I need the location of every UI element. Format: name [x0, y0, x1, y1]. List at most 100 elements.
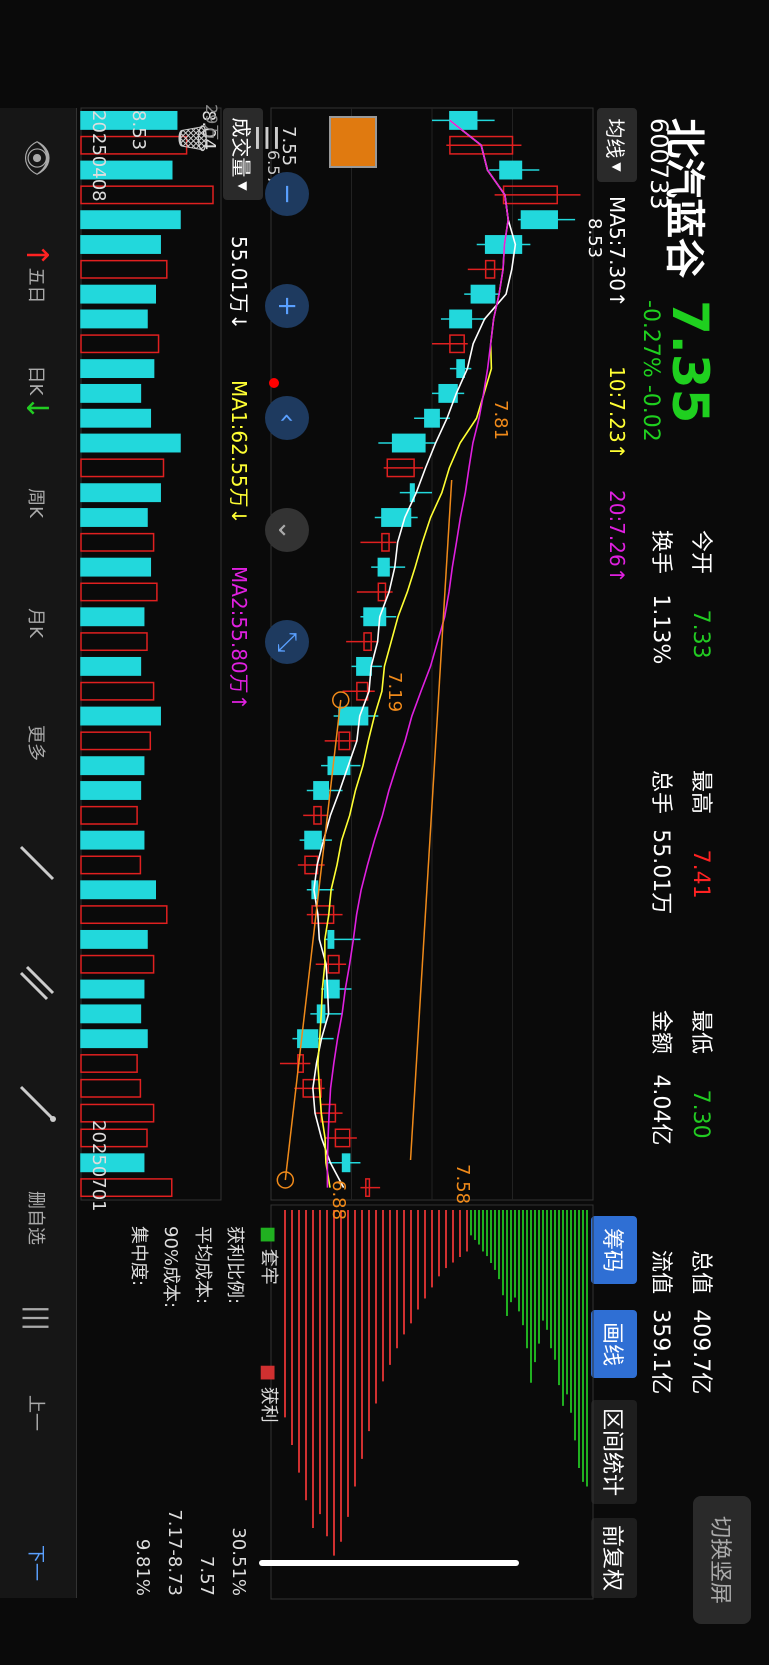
scroll-left-button[interactable]: ‹	[265, 396, 309, 440]
toolbar-more[interactable]: 更多	[0, 698, 76, 788]
trash-icon[interactable]: 🗑	[165, 116, 209, 160]
home-indicator	[259, 1560, 519, 1566]
kline-chart[interactable]	[0, 0, 769, 1665]
legend-label: 获利	[258, 1386, 279, 1423]
candle-body	[449, 309, 473, 329]
volume-bar	[80, 929, 148, 949]
volume-bar	[80, 805, 138, 825]
candle-body	[456, 359, 465, 379]
volume-bar	[80, 781, 142, 800]
chip-row-value: 7.57	[196, 1555, 217, 1596]
volume-bar	[80, 706, 161, 726]
volume-bar	[80, 681, 155, 701]
candle-body	[520, 210, 558, 230]
candle-body	[381, 508, 412, 527]
layers-icon[interactable]: ☰	[239, 116, 283, 160]
chip-row-label: 获利比例:	[224, 1226, 245, 1305]
candle-body	[424, 408, 440, 428]
volume-bar	[80, 855, 142, 875]
trendline-label-c: 7.58	[452, 1164, 473, 1205]
volume-bar	[80, 632, 148, 652]
volume-bar	[80, 880, 156, 900]
eye-icon[interactable]: 👁	[0, 128, 76, 188]
volume-bar	[80, 359, 155, 379]
collapse-icon: ⤡	[272, 631, 303, 653]
volume-bar	[80, 259, 168, 279]
chip-stats: 获利比例: 30.51% 平均成本: 7.57 90%成本: 7.17-8.73 集中…	[127, 1226, 249, 1596]
color-swatch-icon[interactable]	[329, 116, 377, 168]
volume-bar	[80, 557, 152, 577]
volume-series	[80, 110, 214, 1198]
x-axis-end: 20250701	[88, 1120, 109, 1212]
candle-body	[338, 706, 369, 726]
x-axis-start: 20250408	[88, 110, 109, 202]
volume-bar	[80, 979, 145, 999]
arrow-down-icon: ↓	[19, 395, 55, 421]
toolbar-five-day[interactable]: ↑ 五日	[0, 228, 76, 318]
ma5-line	[312, 119, 517, 1188]
chip-row-label: 90%成本:	[160, 1226, 181, 1309]
plus-icon: +	[272, 295, 302, 317]
volume-bar	[80, 508, 148, 527]
toolbar-week-k[interactable]: 周K	[0, 458, 76, 548]
scroll-right-button[interactable]: ⌄	[265, 508, 309, 552]
candle-body	[499, 160, 523, 180]
toolbar-remove-watchlist[interactable]: 删自选	[0, 1168, 76, 1268]
chip-row: 平均成本: 7.57	[191, 1226, 217, 1596]
volume-bar	[80, 1078, 142, 1098]
volume-bar	[80, 532, 155, 552]
chevron-down-icon: ⌄	[272, 519, 302, 541]
toolbar-day-k[interactable]: 日K ↓	[0, 348, 76, 438]
zoom-out-button[interactable]: −	[265, 172, 309, 216]
chip-row-value: 9.81%	[132, 1538, 153, 1596]
collapse-button[interactable]: ⤡	[265, 620, 309, 664]
toolbar-prev[interactable]: 上一	[0, 1368, 76, 1458]
volume-bar	[80, 1054, 138, 1073]
volume-bar	[80, 309, 148, 329]
volume-bar	[80, 656, 142, 676]
volume-bar	[80, 954, 155, 974]
volume-bar	[80, 235, 161, 254]
ma-lines	[312, 119, 517, 1188]
volume-bar	[80, 483, 161, 503]
candle-body	[391, 433, 426, 453]
toolbar-month-k[interactable]: 月K	[0, 578, 76, 668]
candle-body	[304, 830, 322, 850]
y-axis-top: 8.53	[128, 110, 149, 151]
candle-body	[470, 284, 496, 304]
record-dot-icon	[269, 378, 279, 388]
ma20-line	[326, 119, 510, 1188]
chip-distribution	[284, 1210, 588, 1556]
chip-row: 获利比例: 30.51%	[223, 1226, 249, 1596]
trendline-upper	[409, 479, 453, 1161]
trendline-label-a: 7.81	[490, 400, 511, 441]
trendline-label-b: 7.19	[384, 672, 405, 713]
chip-legend-locked: ■ 套牢	[257, 1226, 283, 1285]
volume-bar	[80, 383, 142, 403]
square-icon: ■	[258, 1226, 279, 1244]
candle-body	[356, 656, 372, 676]
chip-row-label: 平均成本:	[192, 1226, 213, 1305]
volume-bar	[80, 408, 152, 428]
bars-icon[interactable]: |||	[0, 1288, 76, 1348]
bottom-toolbar: 👁 ↑ 五日 日K ↓ 周K 月K 更多 删自选 ||| 上一 下一	[0, 108, 77, 1598]
volume-bar	[80, 1029, 148, 1049]
line-tool-icon[interactable]	[0, 818, 76, 908]
toolbar-next[interactable]: 下一	[0, 1518, 76, 1608]
chevron-left-icon: ‹	[272, 412, 302, 424]
candle-body	[313, 781, 329, 800]
minus-icon: −	[272, 183, 302, 205]
volume-bar	[80, 284, 156, 304]
volume-bar	[80, 334, 160, 354]
candle-body	[341, 1153, 351, 1173]
volume-bar	[80, 458, 165, 478]
candle-body	[449, 110, 478, 130]
arrow-up-icon: ↑	[19, 242, 55, 268]
chip-row-value: 30.51%	[228, 1527, 249, 1596]
candle-body	[327, 929, 335, 949]
ray-tool-icon[interactable]	[0, 1058, 76, 1148]
trendline-label-d: 6.88	[328, 1180, 349, 1221]
volume-bar	[80, 905, 168, 925]
zoom-in-button[interactable]: +	[265, 284, 309, 328]
parallel-tool-icon[interactable]	[0, 938, 76, 1028]
